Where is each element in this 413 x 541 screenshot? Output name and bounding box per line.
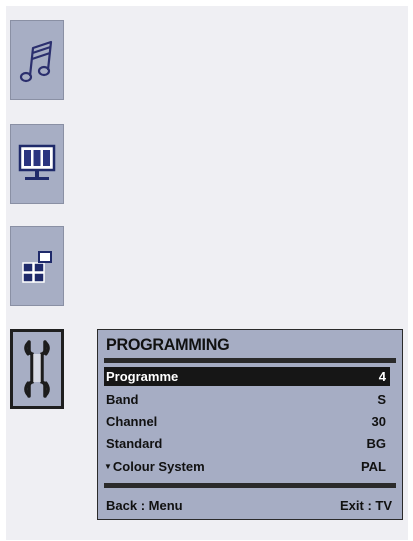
menu-row-colour-system[interactable]: ▼ Colour System PAL xyxy=(104,457,390,476)
picture-monitor-icon xyxy=(18,144,56,180)
row-label: Band xyxy=(106,392,139,407)
back-hint: Back : Menu xyxy=(106,498,183,513)
sound-menu-tab[interactable] xyxy=(10,20,64,100)
row-label-group: ▼ Colour System xyxy=(104,459,205,474)
wrench-icon xyxy=(24,340,50,398)
row-label: Programme xyxy=(106,369,179,384)
row-value: BG xyxy=(366,436,387,451)
feature-menu-tab[interactable] xyxy=(10,226,64,306)
menu-row-channel[interactable]: Channel 30 xyxy=(104,412,390,431)
music-note-icon xyxy=(19,40,53,83)
menu-row-band[interactable]: Band S xyxy=(104,390,390,409)
menu-footer: Back : Menu Exit : TV xyxy=(106,498,392,513)
install-menu-tab[interactable] xyxy=(10,329,64,409)
exit-hint: Exit : TV xyxy=(339,498,392,513)
row-label: Standard xyxy=(106,436,163,451)
menu-row-programme[interactable]: Programme 4 xyxy=(104,367,390,386)
row-label: Channel xyxy=(106,414,158,429)
menu-list: Programme 4 Band S Channel 30 Standard B… xyxy=(104,358,396,488)
row-label: Colour System xyxy=(112,459,205,474)
scroll-down-arrow-icon: ▼ xyxy=(104,462,112,471)
picture-menu-tab[interactable] xyxy=(10,124,64,204)
menu-row-standard[interactable]: Standard BG xyxy=(104,434,390,453)
row-value: PAL xyxy=(360,459,386,474)
row-value: 4 xyxy=(378,369,386,384)
row-value: 30 xyxy=(371,414,386,429)
menu-title: PROGRAMMING xyxy=(106,335,230,354)
row-value: S xyxy=(377,392,386,407)
tv-osd-screen: PROGRAMMING Programme 4 Band S Channel 3… xyxy=(6,6,408,540)
feature-blocks-icon xyxy=(22,251,52,283)
programming-menu: PROGRAMMING Programme 4 Band S Channel 3… xyxy=(97,329,403,520)
